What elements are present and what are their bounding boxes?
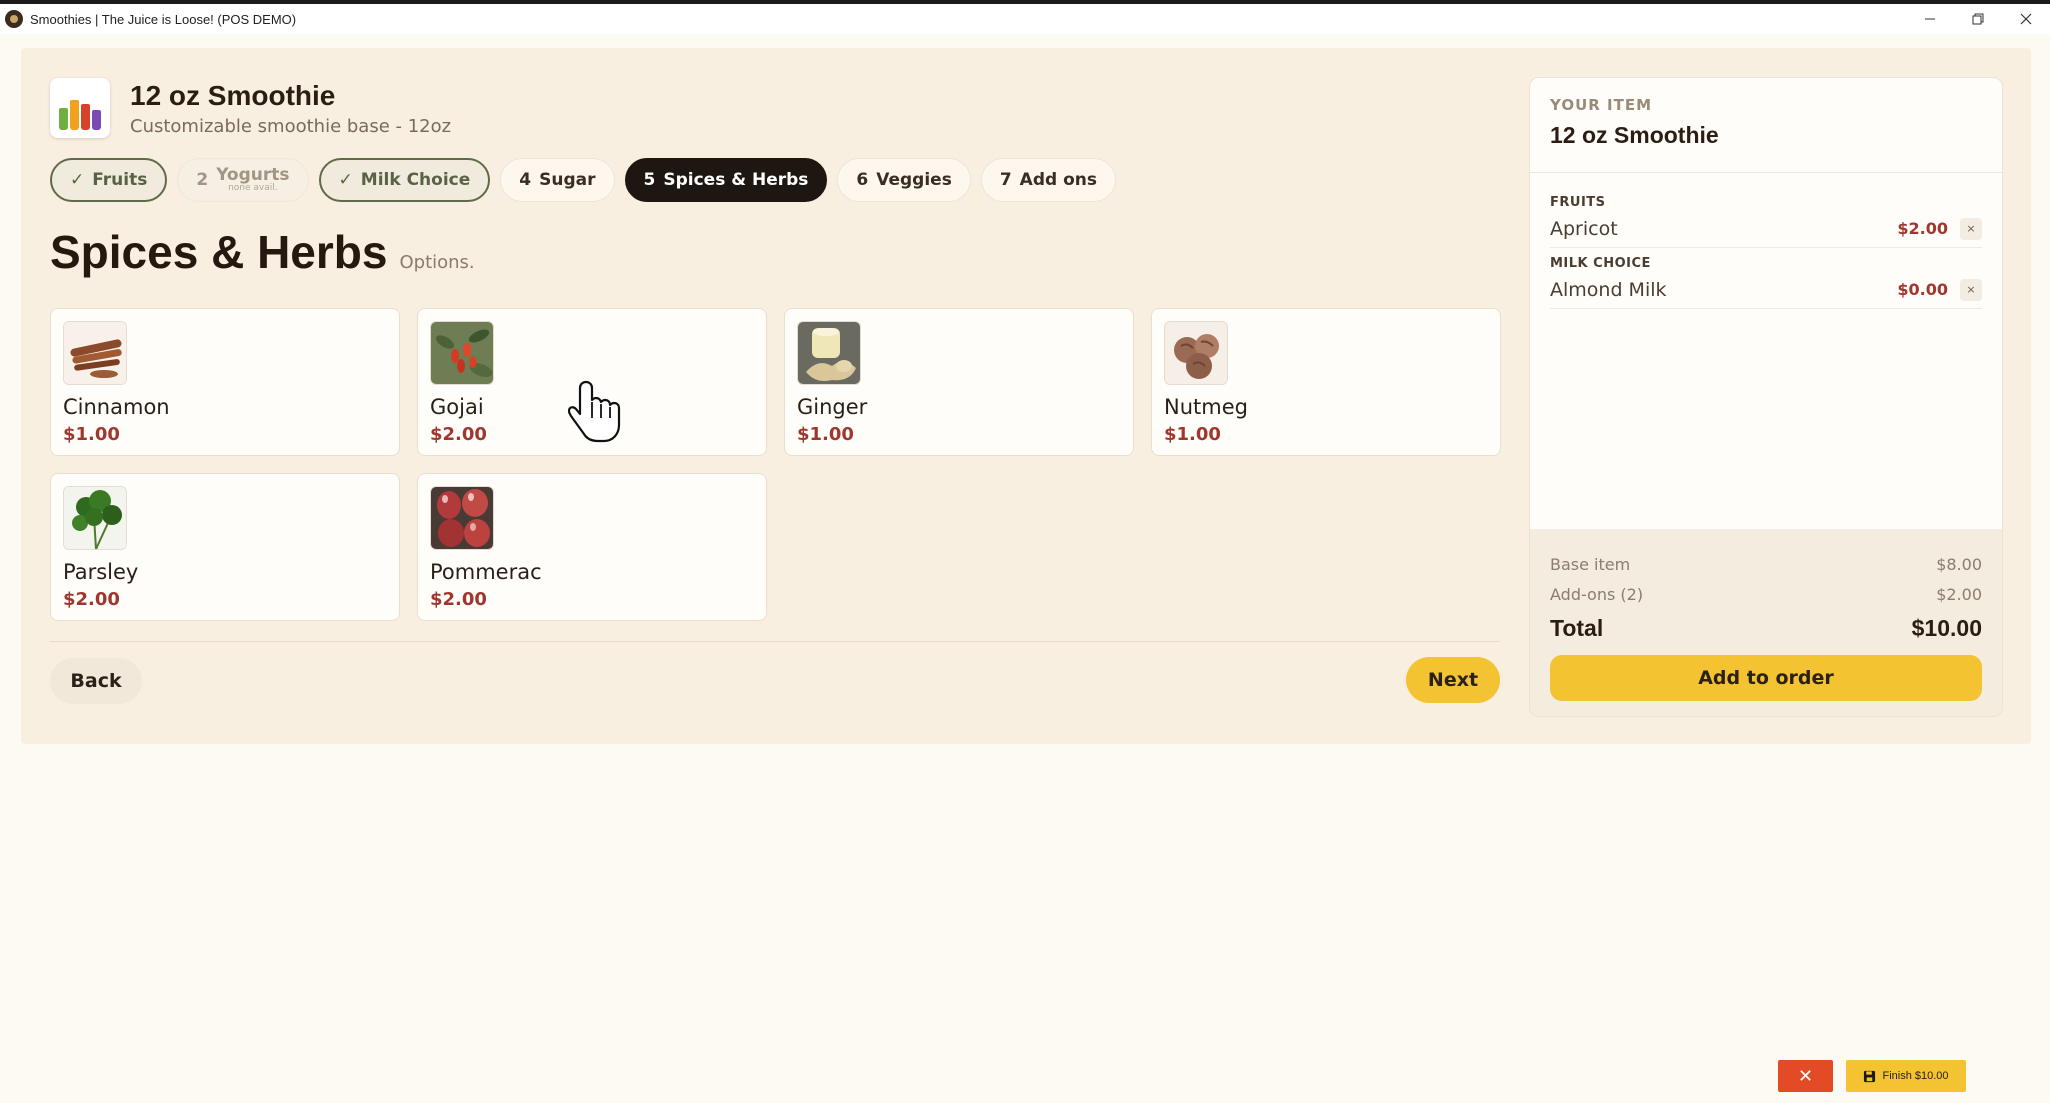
base-item-label: Base item xyxy=(1550,554,1631,574)
total-label: Total xyxy=(1550,614,1604,641)
option-name: Pommerac xyxy=(430,560,542,584)
option-name: Gojai xyxy=(430,395,484,419)
option-name: Cinnamon xyxy=(63,395,170,419)
window-controls xyxy=(1906,4,2050,34)
check-icon: ✓ xyxy=(338,170,353,190)
summary-totals: Base item $8.00 Add-ons (2) $2.00 Total … xyxy=(1530,529,2002,716)
remove-icon[interactable]: × xyxy=(1960,278,1982,301)
base-item-row: Base item $8.00 xyxy=(1550,549,1982,579)
option-price: $2.00 xyxy=(63,589,120,610)
step-number: 6 xyxy=(856,170,869,190)
ginger-image xyxy=(797,321,861,385)
pommerac-image xyxy=(430,486,494,550)
step-label: Milk Choice xyxy=(360,170,471,190)
app-logo-icon xyxy=(5,10,23,28)
option-price: $1.00 xyxy=(797,424,854,445)
tab-sugar[interactable]: 4 Sugar xyxy=(500,158,615,202)
line-price: $2.00 xyxy=(1897,219,1948,238)
step-label: Yogurts xyxy=(216,165,290,185)
back-button[interactable]: Back xyxy=(50,658,142,704)
addons-label: Add-ons (2) xyxy=(1550,584,1644,604)
add-to-order-button[interactable]: Add to order xyxy=(1550,655,1982,701)
product-title: 12 oz Smoothie xyxy=(130,79,336,111)
summary-line: Almond Milk $0.00 × xyxy=(1550,271,1982,309)
window-title: Smoothies | The Juice is Loose! (POS DEM… xyxy=(30,11,297,27)
save-icon xyxy=(1864,1070,1876,1082)
step-label: Fruits xyxy=(92,170,148,190)
tab-fruits[interactable]: ✓ Fruits xyxy=(50,158,168,202)
nutmeg-image xyxy=(1164,321,1228,385)
total-row: Total $10.00 xyxy=(1550,609,1982,647)
finish-button[interactable]: Finish $10.00 xyxy=(1846,1060,1966,1092)
footer-divider xyxy=(50,641,1500,642)
option-price: $1.00 xyxy=(1164,424,1221,445)
options-grid: Cinnamon $1.00 Gojai $2.00 Ginger $1.00 … xyxy=(50,308,1501,621)
summary-group-label: FRUITS xyxy=(1550,195,1606,210)
close-window-button[interactable] xyxy=(2002,4,2050,34)
step-number: 5 xyxy=(643,170,656,190)
restore-icon xyxy=(1972,13,1984,25)
line-name: Apricot xyxy=(1550,217,1618,240)
option-card-ginger[interactable]: Ginger $1.00 xyxy=(784,308,1134,456)
tab-add-ons[interactable]: 7 Add ons xyxy=(980,158,1116,202)
summary-group-label: MILK CHOICE xyxy=(1550,256,1651,271)
option-price: $2.00 xyxy=(430,424,487,445)
base-item-value: $8.00 xyxy=(1936,554,1982,574)
finish-label: Finish $10.00 xyxy=(1882,1070,1949,1082)
option-card-gojai[interactable]: Gojai $2.00 xyxy=(417,308,767,456)
window-titlebar: Smoothies | The Juice is Loose! (POS DEM… xyxy=(0,0,2050,34)
restore-button[interactable] xyxy=(1954,4,2002,34)
option-price: $1.00 xyxy=(63,424,120,445)
summary-label: YOUR ITEM xyxy=(1550,96,1653,114)
close-icon xyxy=(2020,13,2032,25)
section-hint: Options. xyxy=(399,252,475,273)
step-label: Spices & Herbs xyxy=(663,170,809,190)
line-price: $0.00 xyxy=(1897,280,1948,299)
tab-milk-choice[interactable]: ✓ Milk Choice xyxy=(318,158,491,202)
option-name: Ginger xyxy=(797,395,868,419)
total-value: $10.00 xyxy=(1911,614,1982,641)
item-summary: YOUR ITEM 12 oz Smoothie FRUITS Apricot … xyxy=(1529,77,2003,717)
option-card-nutmeg[interactable]: Nutmeg $1.00 xyxy=(1151,308,1501,456)
product-subtitle: Customizable smoothie base - 12oz xyxy=(130,115,452,137)
product-header: 12 oz Smoothie Customizable smoothie bas… xyxy=(50,78,451,138)
section-title: Spices & Herbs xyxy=(50,226,388,278)
parsley-image xyxy=(63,486,127,550)
addons-value: $2.00 xyxy=(1936,584,1982,604)
option-card-cinnamon[interactable]: Cinnamon $1.00 xyxy=(50,308,400,456)
addons-row: Add-ons (2) $2.00 xyxy=(1550,579,1982,609)
step-number: 2 xyxy=(196,170,209,190)
next-button[interactable]: Next xyxy=(1406,657,1500,703)
option-name: Parsley xyxy=(63,560,139,584)
step-label: Add ons xyxy=(1019,170,1097,190)
step-number: 7 xyxy=(999,170,1012,190)
step-label: Veggies xyxy=(876,170,952,190)
option-card-pommerac[interactable]: Pommerac $2.00 xyxy=(417,473,767,621)
cinnamon-image xyxy=(63,321,127,385)
section-header: Spices & Herbs Options. xyxy=(50,225,475,279)
line-name: Almond Milk xyxy=(1550,278,1667,301)
tab-spices-herbs[interactable]: 5 Spices & Herbs xyxy=(624,158,828,202)
step-note: none avail. xyxy=(228,183,278,193)
smoothie-cups-icon xyxy=(50,78,110,138)
option-card-parsley[interactable]: Parsley $2.00 xyxy=(50,473,400,621)
tab-yogurts: 2 Yogurts none avail. xyxy=(177,158,309,202)
option-name: Nutmeg xyxy=(1164,395,1248,419)
summary-item-title: 12 oz Smoothie xyxy=(1550,122,1719,148)
step-label: Sugar xyxy=(539,170,596,190)
cancel-order-button[interactable]: ✕ xyxy=(1778,1060,1833,1092)
minimize-icon xyxy=(1925,18,1935,20)
minimize-button[interactable] xyxy=(1906,4,1954,34)
tab-veggies[interactable]: 6 Veggies xyxy=(837,158,971,202)
option-price: $2.00 xyxy=(430,589,487,610)
goji-image xyxy=(430,321,494,385)
step-tabs: ✓ Fruits 2 Yogurts none avail. ✓ Milk Ch… xyxy=(50,158,1116,202)
remove-icon[interactable]: × xyxy=(1960,217,1982,240)
check-icon: ✓ xyxy=(70,170,85,190)
summary-line: Apricot $2.00 × xyxy=(1550,210,1982,248)
step-number: 4 xyxy=(519,170,532,190)
